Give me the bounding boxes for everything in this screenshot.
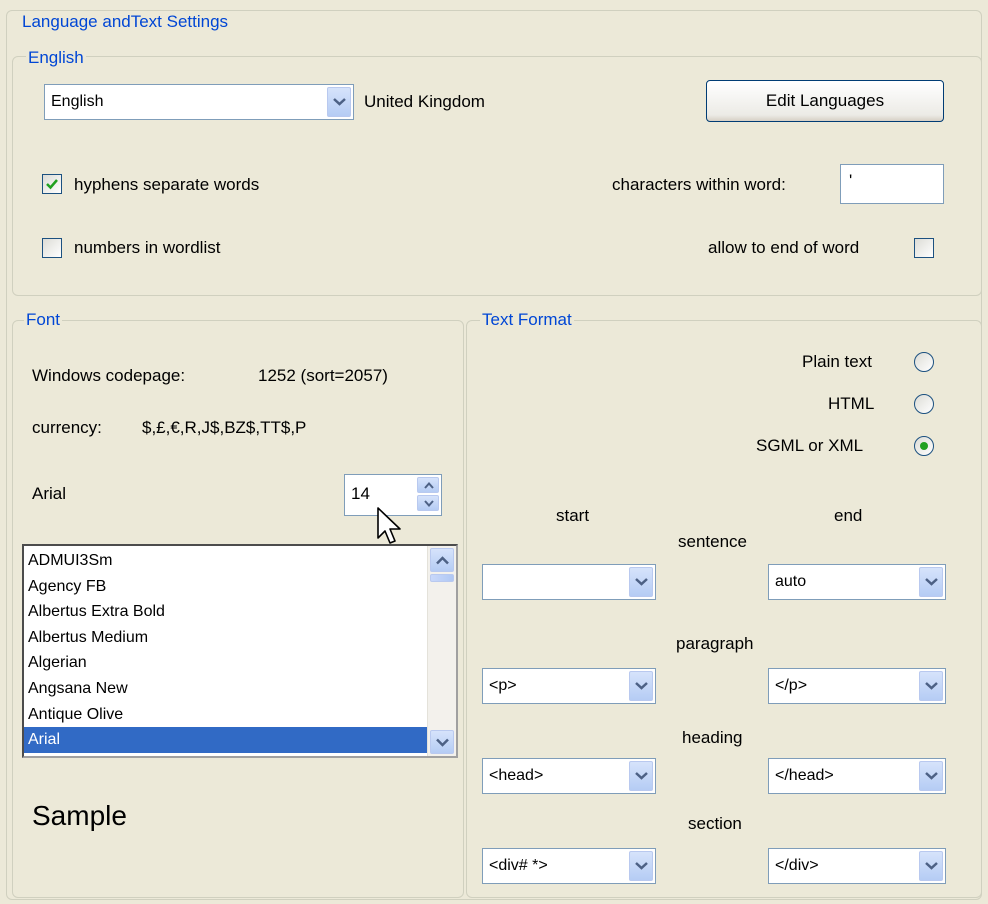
currency-value: $,£,€,R,J$,BZ$,TT$,P [142, 418, 307, 437]
paragraph-start-select[interactable]: <p> [482, 668, 656, 704]
scroll-thumb[interactable] [430, 574, 454, 582]
characters-within-word-input[interactable]: ' [840, 164, 944, 204]
text-format-group [466, 320, 982, 898]
sgml-xml-label: SGML or XML [756, 436, 864, 455]
chevron-down-icon[interactable] [919, 851, 943, 881]
english-group-title: English [26, 48, 86, 68]
region-label: United Kingdom [364, 92, 485, 111]
mouse-cursor-icon [377, 507, 401, 544]
font-name-label: Arial [32, 484, 67, 503]
codepage-label: Windows codepage: [32, 366, 186, 385]
allow-end-of-word-checkbox[interactable] [914, 238, 934, 258]
font-list-item[interactable]: Agency FB [24, 574, 428, 600]
scroll-down-icon[interactable] [430, 730, 454, 754]
paragraph-start-value: <p> [489, 677, 517, 694]
heading-start-select[interactable]: <head> [482, 758, 656, 794]
chevron-down-icon[interactable] [629, 567, 653, 597]
chevron-down-icon[interactable] [327, 87, 351, 117]
numbers-in-wordlist-label: numbers in wordlist [74, 238, 221, 257]
paragraph-end-value: </p> [775, 677, 808, 694]
font-list-item[interactable]: Algerian [24, 650, 428, 676]
heading-end-value: </head> [775, 767, 834, 784]
sgml-xml-radio[interactable] [914, 436, 934, 456]
radio-selected-dot [920, 442, 928, 450]
allow-end-of-word-label: allow to end of word [708, 238, 860, 257]
font-size-value: 14 [351, 484, 370, 503]
language-select-value: English [51, 93, 104, 110]
font-list-item[interactable]: Angsana New [24, 676, 428, 702]
sentence-label: sentence [678, 532, 747, 551]
section-start-select[interactable]: <div# *> [482, 848, 656, 884]
paragraph-label: paragraph [676, 634, 754, 653]
hyphens-label: hyphens separate words [74, 175, 260, 194]
heading-start-value: <head> [489, 767, 544, 784]
plain-text-label: Plain text [802, 352, 872, 371]
heading-end-select[interactable]: </head> [768, 758, 946, 794]
section-label: section [688, 814, 742, 833]
numbers-in-wordlist-checkbox[interactable] [42, 238, 62, 258]
hyphens-checkbox[interactable] [42, 174, 62, 194]
sentence-end-select[interactable]: auto [768, 564, 946, 600]
end-header: end [834, 506, 863, 525]
section-start-value: <div# *> [489, 857, 548, 874]
chevron-down-icon[interactable] [629, 761, 653, 791]
font-list-item-selected[interactable]: Arial [24, 727, 428, 753]
chevron-down-icon[interactable] [919, 567, 943, 597]
language-select[interactable]: English [44, 84, 354, 120]
font-list[interactable]: ADMUI3Sm Agency FB Albertus Extra Bold A… [22, 544, 458, 758]
paragraph-end-select[interactable]: </p> [768, 668, 946, 704]
sentence-end-value: auto [775, 573, 807, 590]
scroll-up-icon[interactable] [430, 548, 454, 572]
text-format-group-title: Text Format [480, 310, 574, 330]
html-radio[interactable] [914, 394, 934, 414]
chevron-down-icon[interactable] [629, 671, 653, 701]
plain-text-radio[interactable] [914, 352, 934, 372]
start-header: start [556, 506, 590, 525]
edit-languages-button[interactable]: Edit Languages [706, 80, 944, 122]
spin-down-icon[interactable] [417, 495, 439, 511]
font-list-scrollbar[interactable] [427, 546, 456, 756]
font-list-item[interactable]: Albertus Extra Bold [24, 599, 428, 625]
font-list-item[interactable]: Antique Olive [24, 702, 428, 728]
spin-up-icon[interactable] [417, 477, 439, 493]
language-text-settings-title: Language andText Settings [20, 12, 231, 32]
currency-label: currency: [32, 418, 102, 437]
chevron-down-icon[interactable] [919, 671, 943, 701]
chevron-down-icon[interactable] [629, 851, 653, 881]
characters-within-word-label: characters within word: [612, 175, 786, 194]
chevron-down-icon[interactable] [919, 761, 943, 791]
heading-label: heading [682, 728, 743, 747]
characters-within-word-value: ' [849, 171, 853, 190]
html-label: HTML [828, 394, 875, 413]
font-list-item[interactable]: ADMUI3Sm [24, 548, 428, 574]
section-end-select[interactable]: </div> [768, 848, 946, 884]
font-sample: Sample [32, 800, 127, 831]
font-list-item[interactable]: Albertus Medium [24, 625, 428, 651]
sentence-start-select[interactable] [482, 564, 656, 600]
section-end-value: </div> [775, 857, 819, 874]
codepage-value: 1252 (sort=2057) [258, 366, 388, 385]
font-group-title: Font [24, 310, 63, 330]
